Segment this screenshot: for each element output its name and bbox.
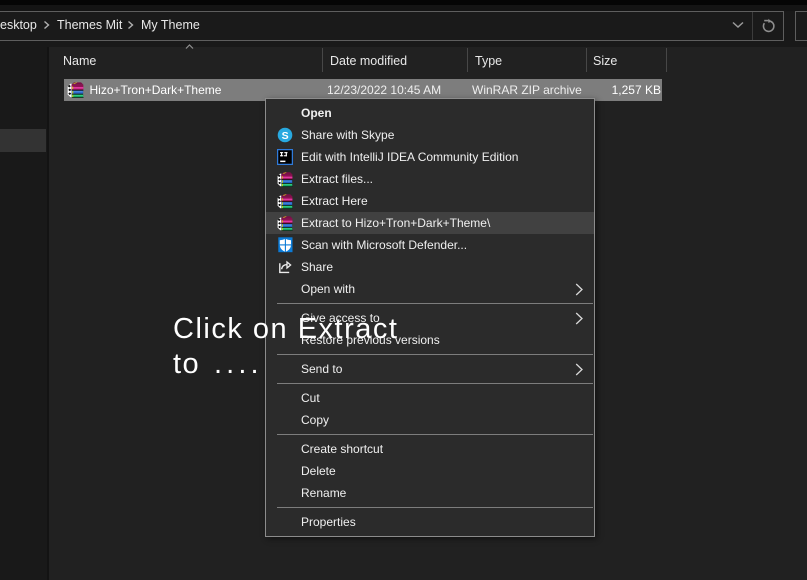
- svg-text:S: S: [282, 130, 289, 142]
